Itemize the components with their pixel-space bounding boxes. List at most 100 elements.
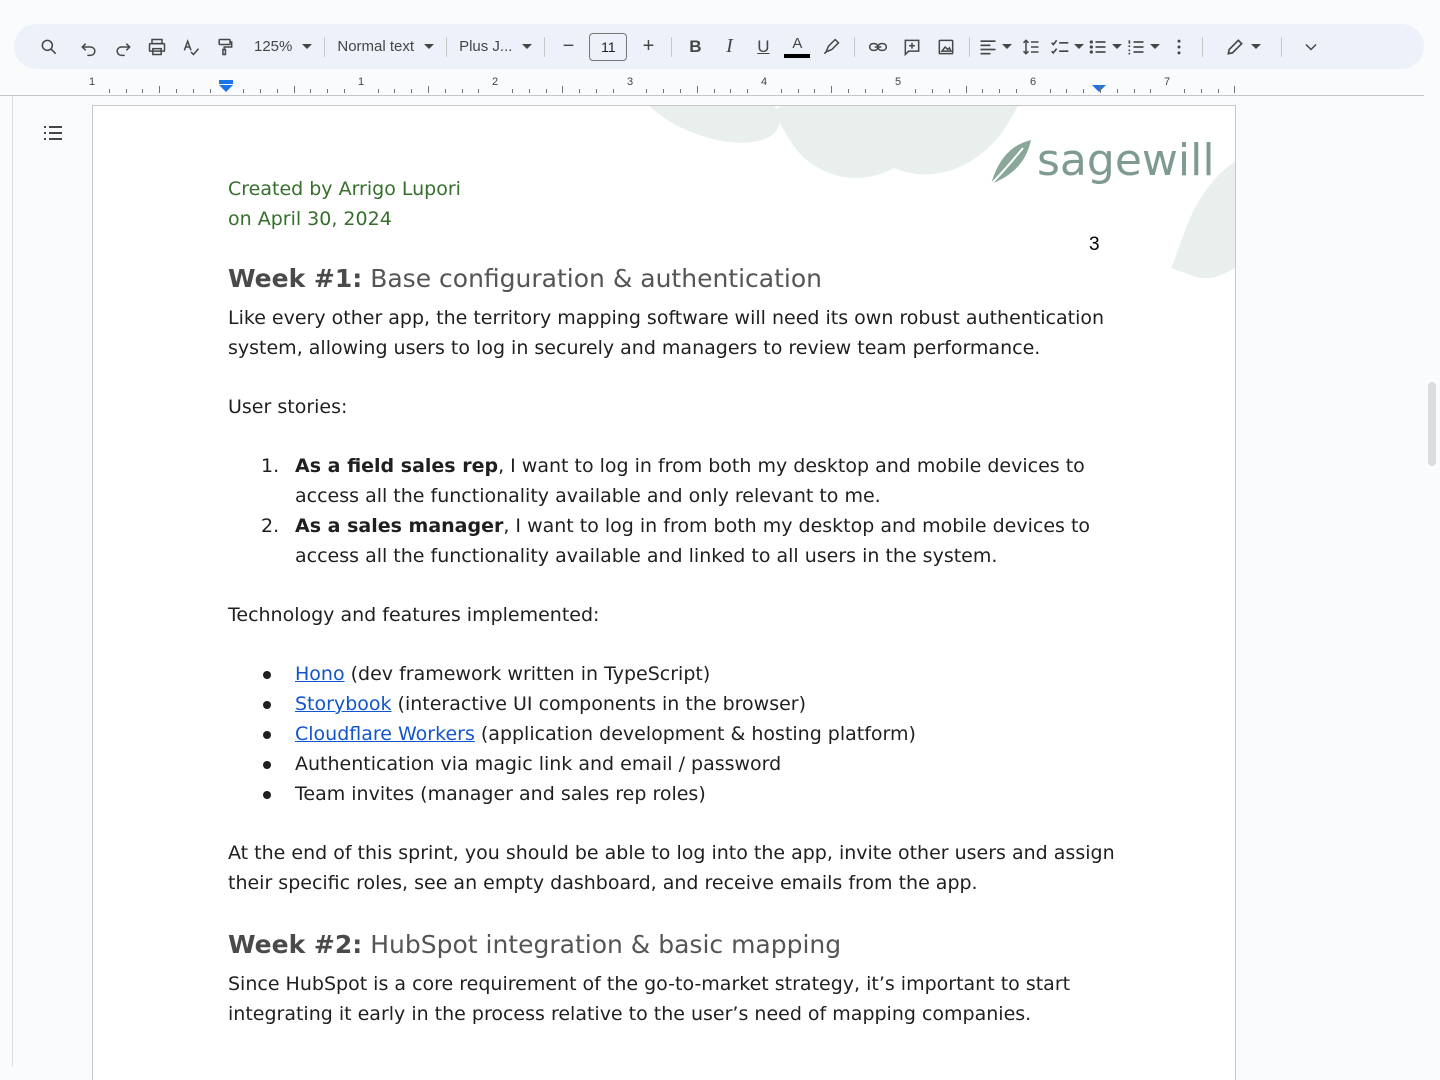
ruler-tick <box>1217 89 1219 93</box>
spellcheck-button[interactable] <box>176 32 206 62</box>
ruler-tick <box>478 89 480 93</box>
ruler-tick <box>612 89 614 93</box>
list-item: Hono (dev framework written in TypeScrip… <box>228 659 1118 689</box>
list-number: 2. <box>261 515 280 537</box>
ruler-tick <box>713 89 715 93</box>
spellcheck-icon <box>183 38 200 56</box>
font-size-input[interactable]: 11 <box>589 32 628 61</box>
ruler-tick <box>243 89 245 93</box>
more-options-button[interactable] <box>1164 32 1194 62</box>
print-button[interactable] <box>142 32 172 62</box>
increase-font-size-button[interactable]: + <box>633 32 663 62</box>
ruler-tick <box>545 89 547 93</box>
left-indent-marker[interactable] <box>219 85 233 92</box>
bullet-icon <box>263 701 271 709</box>
toolbar-divider <box>1202 36 1204 57</box>
week1-heading: Week #1: Base configuration & authentica… <box>228 262 1118 296</box>
ruler-tick <box>1100 86 1101 93</box>
right-indent-marker[interactable] <box>1092 85 1106 92</box>
tech-description: Authentication via magic link and email … <box>295 753 782 775</box>
collapse-toolbar-button[interactable] <box>1296 32 1326 62</box>
search-menus-button[interactable] <box>34 32 64 62</box>
ruler-tick <box>999 89 1001 93</box>
background-leaf-decoration <box>625 106 791 160</box>
ruler-number: 1 <box>88 76 96 88</box>
ruler-tick <box>428 86 429 93</box>
ruler-tick <box>327 89 329 93</box>
ruler-number: 2 <box>491 76 499 88</box>
list-item: Authentication via magic link and email … <box>228 749 1118 779</box>
toolbar-divider <box>324 36 326 57</box>
first-line-indent-marker[interactable] <box>219 80 233 84</box>
tech-description: (interactive UI components in the browse… <box>391 693 807 715</box>
style-select[interactable]: Normal text <box>331 38 440 55</box>
more-icon <box>1177 39 1181 54</box>
insert-image-button[interactable] <box>931 32 961 62</box>
add-comment-button[interactable] <box>897 32 927 62</box>
toolbar-divider <box>544 36 546 57</box>
redo-button[interactable] <box>108 32 138 62</box>
tech-description: (application development & hosting platf… <box>474 723 916 745</box>
ruler-tick <box>848 89 849 93</box>
toolbar-divider <box>854 36 856 57</box>
insert-image-icon <box>939 39 954 54</box>
line-spacing-icon <box>1023 38 1039 55</box>
zoom-select[interactable]: 125% <box>248 38 318 55</box>
cloudflare-workers-link[interactable]: Cloudflare Workers <box>295 723 475 745</box>
ruler-tick <box>831 86 833 93</box>
link-icon <box>869 42 888 51</box>
add-comment-icon <box>905 39 920 56</box>
ruler-tick <box>108 89 110 93</box>
italic-button[interactable]: I <box>714 32 744 62</box>
line-spacing-button[interactable] <box>1016 32 1046 62</box>
ruler-tick <box>310 89 312 93</box>
text-color-button[interactable]: A <box>782 32 812 62</box>
list-item: Team invites (manager and sales rep role… <box>228 779 1118 809</box>
vertical-scrollbar-thumb[interactable] <box>1428 382 1436 466</box>
list-item: 2. As a sales manager, I want to log in f… <box>228 511 1118 571</box>
ruler-tick <box>780 89 782 93</box>
list-item: Storybook (interactive UI components in … <box>228 689 1118 719</box>
toolbar-divider <box>446 36 448 57</box>
underline-button[interactable]: U <box>748 32 778 62</box>
paint-format-button[interactable] <box>210 32 240 62</box>
ruler-tick <box>159 86 161 93</box>
chevron-down-icon <box>1251 44 1262 49</box>
show-outline-button[interactable] <box>38 118 68 148</box>
editing-mode-select[interactable] <box>1219 37 1267 57</box>
ruler-tick <box>276 89 278 93</box>
storybook-link[interactable]: Storybook <box>295 693 392 715</box>
insert-link-button[interactable] <box>863 32 893 62</box>
bullet-list-select[interactable] <box>1086 37 1124 57</box>
chevron-down-icon <box>1150 44 1161 49</box>
numbered-list-select[interactable] <box>1124 37 1162 57</box>
horizontal-ruler[interactable]: 1 1 2 3 4 5 6 7 <box>0 74 1424 96</box>
decrease-font-size-button[interactable]: − <box>553 32 583 62</box>
left-margin-line <box>12 96 13 1066</box>
undo-button[interactable] <box>74 32 104 62</box>
ruler-tick <box>176 89 177 93</box>
document-page[interactable]: sagewill 3 Created by Arrigo Lupori on A… <box>92 105 1236 1080</box>
bullet-icon <box>263 671 271 679</box>
highlighter-icon <box>824 37 840 54</box>
document-body[interactable]: Created by Arrigo Lupori on April 30, 20… <box>228 174 1118 1029</box>
ruler-tick <box>293 86 295 93</box>
ruler-tick <box>1083 89 1085 93</box>
ruler-tick <box>528 89 530 93</box>
story-role: As a field sales rep <box>295 455 499 477</box>
ruler-tick <box>1184 89 1185 93</box>
ruler-tick <box>797 89 799 93</box>
font-select[interactable]: Plus J... <box>453 38 538 55</box>
ruler-tick <box>864 89 866 93</box>
toolbar-divider <box>969 36 971 57</box>
date-line: on April 30, 2024 <box>228 208 392 230</box>
ruler-tick <box>965 86 967 93</box>
hono-link[interactable]: Hono <box>295 663 345 685</box>
bullet-icon <box>263 761 271 769</box>
checklist-select[interactable] <box>1048 37 1086 57</box>
chevron-down-icon <box>424 44 435 49</box>
text-color-swatch <box>784 53 811 58</box>
bold-button[interactable]: B <box>680 32 710 62</box>
highlight-color-button[interactable] <box>816 32 846 62</box>
align-select[interactable] <box>976 37 1014 57</box>
